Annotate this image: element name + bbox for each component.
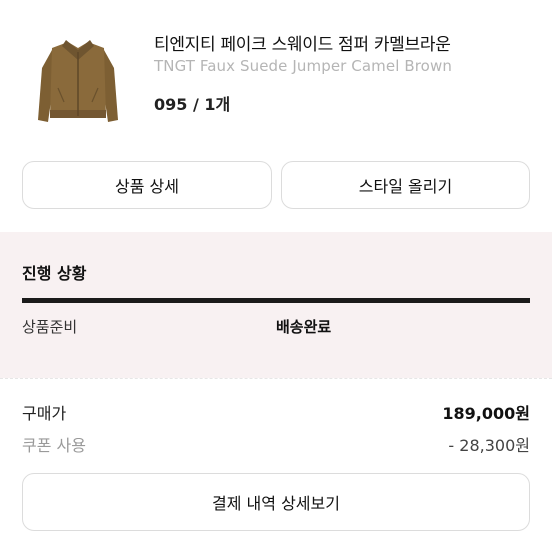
purchase-price-label: 구매가 [22, 404, 67, 423]
product-name-english: TNGT Faux Suede Jumper Camel Brown [154, 57, 452, 75]
coupon-label: 쿠폰 사용 [22, 436, 86, 455]
progress-step-delivered: 배송완료 [276, 318, 332, 336]
coupon-value: - 28,300원 [448, 436, 530, 455]
section-divider [0, 378, 552, 379]
purchase-price-value: 189,000원 [442, 404, 530, 423]
payment-detail-button[interactable]: 결제 내역 상세보기 [22, 473, 530, 531]
purchase-price-row: 구매가 189,000원 [22, 400, 530, 424]
product-summary: 티엔지티 페이크 스웨이드 점퍼 카멜브라운 TNGT Faux Suede J… [0, 0, 552, 140]
product-thumbnail[interactable] [30, 28, 126, 128]
coupon-row: 쿠폰 사용 - 28,300원 [22, 432, 530, 456]
order-progress-section: 진행 상황 상품준비 배송완료 [0, 232, 552, 378]
progress-bar [22, 298, 530, 303]
style-upload-button[interactable]: 스타일 올리기 [281, 161, 530, 209]
product-detail-button[interactable]: 상품 상세 [22, 161, 272, 209]
product-name[interactable]: 티엔지티 페이크 스웨이드 점퍼 카멜브라운 [154, 30, 451, 55]
product-option: 095 / 1개 [154, 95, 231, 114]
progress-title: 진행 상황 [22, 264, 87, 283]
progress-step-preparing: 상품준비 [22, 318, 78, 336]
camel-suede-jacket-image [38, 40, 118, 122]
